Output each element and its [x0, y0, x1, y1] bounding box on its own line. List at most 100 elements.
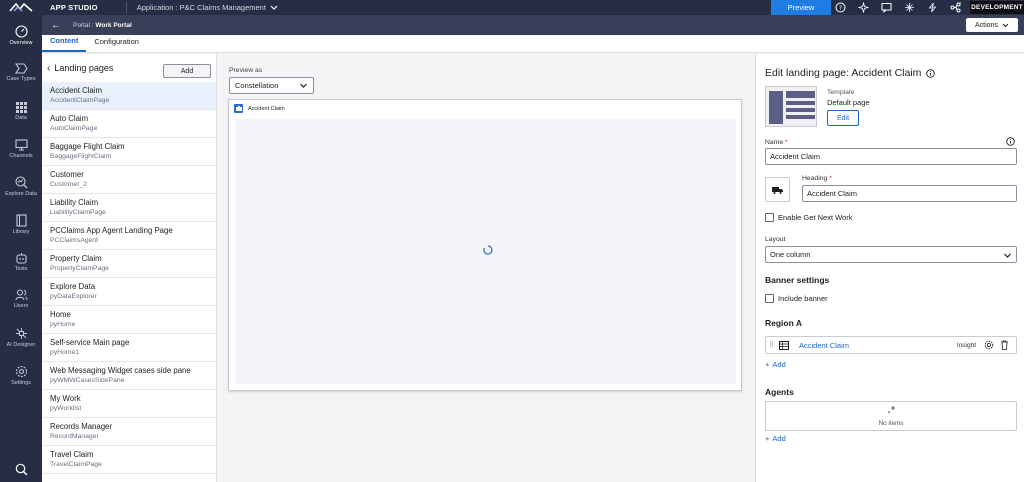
- svg-text:?: ?: [838, 5, 841, 12]
- nav-search[interactable]: [0, 453, 42, 482]
- settings-icon: [15, 365, 27, 377]
- region-item-link[interactable]: Accident Claim: [799, 341, 849, 350]
- landing-page-id: pyDataExplorer: [50, 293, 97, 300]
- nav-case-types[interactable]: Case Types: [0, 55, 42, 89]
- tab-bar: Content Configuration: [42, 35, 1024, 53]
- help-icon[interactable]: ?: [834, 2, 846, 14]
- preview-frame-title: Accident Claim: [248, 105, 285, 112]
- nav-settings[interactable]: Settings: [0, 358, 42, 392]
- landing-page-name: Accident Claim: [50, 86, 102, 95]
- sparkle-icon: [888, 406, 895, 413]
- tab-content[interactable]: Content: [42, 34, 87, 52]
- landing-page-id: pyWorklist: [50, 405, 82, 412]
- include-banner-checkbox[interactable]: [765, 294, 774, 303]
- template-thumbnail: [765, 86, 817, 127]
- chevron-down-icon: [270, 5, 278, 10]
- nav-label: Explore Data: [5, 190, 37, 197]
- nav-label: Channels: [9, 153, 33, 159]
- edit-template-button[interactable]: Edit: [827, 110, 859, 126]
- layout-value: One column: [770, 250, 811, 259]
- branch-icon[interactable]: [949, 2, 961, 14]
- landing-page-name: Self-service Main page: [50, 338, 130, 347]
- landing-page-item[interactable]: Self-service Main page pyHome1: [42, 334, 216, 362]
- app-logo-icon[interactable]: [0, 0, 42, 15]
- landing-page-name: Travel Claim: [50, 450, 94, 459]
- nav-ai-designer[interactable]: AI Designer: [0, 320, 42, 354]
- landing-page-item[interactable]: Property Claim PropertyClaimPage: [42, 250, 216, 278]
- nav-label: Settings: [11, 379, 31, 386]
- sparkle-icon[interactable]: [857, 2, 869, 14]
- plus-icon: +: [765, 360, 770, 369]
- landing-page-item[interactable]: Auto Claim AutoClaimPage: [42, 110, 216, 138]
- environment-badge: DEVELOPMENT: [970, 1, 1024, 14]
- portal-header: ← Portal : Work Portal Actions: [42, 15, 1024, 35]
- nav-users[interactable]: Users: [0, 282, 42, 316]
- app-studio-label[interactable]: APP STUDIO: [50, 3, 98, 12]
- actions-button[interactable]: Actions: [966, 18, 1018, 32]
- trash-icon[interactable]: [1000, 340, 1009, 350]
- back-arrow-icon[interactable]: ←: [51, 20, 61, 31]
- layout-select[interactable]: One column: [765, 246, 1017, 263]
- tab-configuration[interactable]: Configuration: [86, 34, 147, 52]
- landing-page-id: TravelClaimPage: [50, 461, 102, 468]
- landing-page-name: Customer: [50, 170, 84, 179]
- landing-page-id: AutoClaimPage: [50, 125, 98, 132]
- landing-page-item[interactable]: My Work pyWorklist: [42, 390, 216, 418]
- preview-button[interactable]: Preview: [771, 0, 831, 15]
- landing-page-name: Baggage Flight Claim: [50, 142, 125, 151]
- landing-page-item[interactable]: Explore Data pyDataExplorer: [42, 278, 216, 306]
- edit-landing-page-panel: Edit landing page: Accident Claim Templa…: [755, 54, 1024, 482]
- nav-explore-data[interactable]: Explore Data: [0, 169, 42, 203]
- landing-page-item[interactable]: Travel Claim TravelClaimPage: [42, 446, 216, 474]
- add-landing-page-button[interactable]: Add: [163, 64, 211, 78]
- region-item-tag: Insight: [956, 341, 976, 349]
- landing-page-item[interactable]: Baggage Flight Claim BaggageFlightClaim: [42, 138, 216, 166]
- add-region-item-link[interactable]: + Add: [765, 360, 786, 369]
- landing-page-item[interactable]: Web Messaging Widget cases side pane pyWM…: [42, 362, 216, 390]
- heading-label-text: Heading: [802, 175, 828, 182]
- topbar-icons: ?: [834, 0, 961, 15]
- landing-page-item[interactable]: Liability Claim LiabilityClaimPage: [42, 194, 216, 222]
- heading-input[interactable]: Accident Claim: [802, 185, 1017, 202]
- drag-handle-icon[interactable]: ⠿: [769, 341, 779, 349]
- application-selector[interactable]: Application : P&C Claims Management: [137, 3, 278, 12]
- template-label: Template: [827, 89, 855, 96]
- name-input[interactable]: Accident Claim: [765, 148, 1017, 165]
- required-marker: *: [785, 139, 788, 146]
- chevron-down-icon: [1002, 23, 1009, 27]
- chevron-down-icon: [300, 83, 307, 88]
- nav-library[interactable]: Library: [0, 207, 42, 241]
- landing-page-id: RecordManager: [50, 433, 99, 440]
- landing-page-item[interactable]: PCClaims App Agent Landing Page PCClaimsA…: [42, 222, 216, 250]
- chat-icon[interactable]: [880, 2, 892, 14]
- info-icon[interactable]: [1006, 137, 1015, 146]
- landing-pages-title: Landing pages: [54, 63, 114, 73]
- channels-icon: [14, 139, 28, 151]
- landing-page-id: Customer_2: [50, 181, 88, 188]
- nav-label: Tests: [14, 266, 28, 272]
- add-agent-link[interactable]: + Add: [765, 434, 786, 443]
- landing-page-item[interactable]: Customer Customer_2: [42, 166, 216, 194]
- lightning-icon[interactable]: [926, 2, 938, 14]
- landing-page-name: Auto Claim: [50, 114, 89, 123]
- preview-as-select[interactable]: Constellation: [229, 77, 314, 94]
- landing-pages-panel: ‹ Landing pages Add Accident Claim Accide…: [42, 54, 217, 482]
- nav-channels[interactable]: Channels: [0, 132, 42, 166]
- truck-icon: [772, 186, 783, 194]
- loading-spinner-icon: [483, 245, 493, 255]
- chevron-left-icon[interactable]: ‹: [47, 63, 50, 74]
- nav-tests[interactable]: Tests: [0, 245, 42, 279]
- landing-page-name: Web Messaging Widget cases side pane: [50, 366, 191, 375]
- landing-page-item[interactable]: Home pyHome: [42, 306, 216, 334]
- heading-icon-picker[interactable]: [765, 177, 790, 202]
- landing-page-item[interactable]: Records Manager RecordManager: [42, 418, 216, 446]
- name-label: Name *: [765, 139, 788, 146]
- landing-page-item[interactable]: Accident Claim AccidentClaimPage: [42, 82, 216, 110]
- nav-data[interactable]: Data: [0, 94, 42, 128]
- landing-page-name: PCClaims App Agent Landing Page: [50, 226, 173, 235]
- magic-icon[interactable]: [903, 2, 915, 14]
- info-icon[interactable]: [926, 68, 936, 78]
- get-next-work-checkbox[interactable]: [765, 213, 774, 222]
- gear-icon[interactable]: [984, 340, 994, 350]
- nav-overview[interactable]: Overview: [0, 18, 42, 52]
